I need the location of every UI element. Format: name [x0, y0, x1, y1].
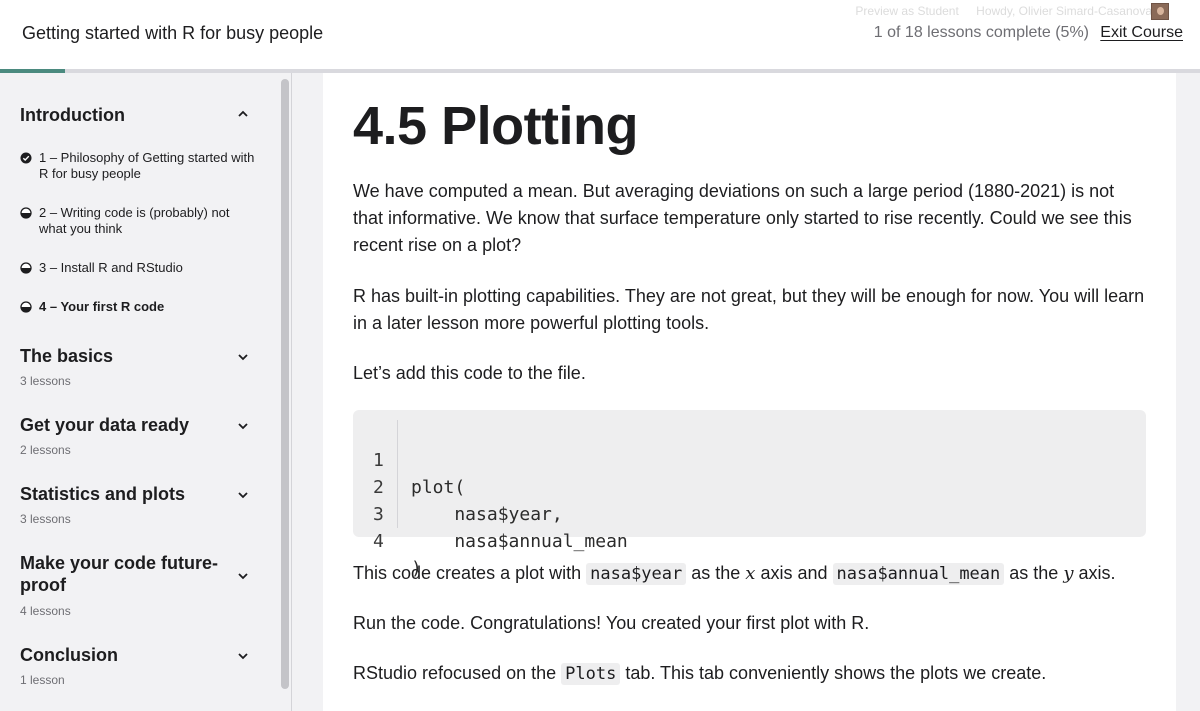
paragraph-plotting-capabilities: R has built-in plotting capabilities. Th… — [353, 286, 1145, 333]
top-bar: Getting started with R for busy people P… — [0, 0, 1200, 70]
code-block[interactable]: 1 plot( 2 nasa$year, 3 nasa$annual_mean … — [353, 410, 1146, 579]
text-segment: as the — [1004, 563, 1064, 583]
section-title-get-your-data-ready[interactable]: Get your data ready — [20, 414, 220, 436]
text-segment: axis. — [1073, 563, 1116, 583]
section-lesson-count: 1 lesson — [20, 673, 65, 687]
inline-code-plots: Plots — [561, 663, 621, 685]
text-segment: axis and — [755, 563, 833, 583]
code-line: 1 plot( — [353, 420, 1146, 498]
paragraph-intro: We have computed a mean. But averaging d… — [353, 181, 1132, 255]
sidebar-scrollbar[interactable] — [281, 79, 289, 689]
code-text: nasa$annual_mean — [411, 531, 628, 552]
lesson-label: 3 – Install R and RStudio — [39, 260, 183, 275]
admin-bar: Preview as Student Howdy, Olivier Simard… — [841, 4, 1152, 18]
exit-course-link[interactable]: Exit Course — [1100, 24, 1183, 42]
course-progress-text: 1 of 18 lessons complete (5%) — [873, 24, 1089, 41]
inline-code-nasa-annual-mean: nasa$annual_mean — [832, 563, 1005, 585]
section-title-statistics-and-plots[interactable]: Statistics and plots — [20, 483, 220, 505]
chevron-down-icon[interactable] — [236, 421, 250, 431]
course-outline-sidebar: Introduction 1 – Philosophy of Getting s… — [0, 73, 292, 711]
lesson-label: 1 – Philosophy of Getting started with R… — [39, 150, 255, 181]
text-segment: as the — [686, 563, 746, 583]
preview-as-student-link[interactable]: Preview as Student — [855, 4, 958, 18]
half-circle-icon — [20, 262, 32, 274]
half-circle-icon — [20, 301, 32, 313]
code-line: 3 nasa$annual_mean — [353, 474, 1146, 552]
text-segment: RStudio refocused on the — [353, 663, 562, 683]
text-segment: This code creates a plot with — [353, 563, 587, 583]
section-lesson-count: 4 lessons — [20, 604, 71, 618]
math-x: x — [745, 563, 756, 584]
chevron-up-icon[interactable] — [236, 109, 250, 119]
section-lesson-count: 3 lessons — [20, 374, 71, 388]
code-line: 4 ) — [353, 501, 1146, 579]
howdy-user-text[interactable]: Howdy, Olivier Simard-Casanova — [976, 4, 1152, 18]
chevron-down-icon[interactable] — [236, 651, 250, 661]
section-title-introduction[interactable]: Introduction — [20, 104, 220, 126]
paragraph-run-code: Run the code. Congratulations! You creat… — [353, 613, 870, 633]
lesson-label: 4 – Your first R code — [39, 299, 165, 314]
course-title: Getting started with R for busy people — [22, 23, 324, 43]
chevron-down-icon[interactable] — [236, 352, 250, 362]
paragraph-plots-tab: RStudio refocused on the Plots tab. This… — [353, 660, 1148, 688]
page-title: 4.5 Plotting — [353, 96, 639, 156]
half-circle-icon — [20, 207, 32, 219]
line-number: 4 — [373, 531, 384, 552]
paragraph-code-explanation: This code creates a plot with nasa$year … — [353, 560, 1148, 588]
code-line: 2 nasa$year, — [353, 447, 1146, 525]
section-title-the-basics[interactable]: The basics — [20, 345, 220, 367]
chevron-down-icon[interactable] — [236, 490, 250, 500]
lesson-label: 2 – Writing code is (probably) not what … — [39, 205, 230, 236]
check-circle-icon — [20, 152, 32, 164]
avatar[interactable] — [1151, 3, 1169, 20]
chevron-down-icon[interactable] — [236, 571, 250, 581]
math-y: y — [1063, 563, 1074, 584]
paragraph-add-code: Let’s add this code to the file. — [353, 363, 586, 383]
inline-code-nasa-year: nasa$year — [586, 563, 687, 585]
section-title-make-your-code-future-proof[interactable]: Make your code future-proof — [20, 552, 230, 596]
section-lesson-count: 3 lessons — [20, 512, 71, 526]
section-lesson-count: 2 lessons — [20, 443, 71, 457]
section-title-conclusion[interactable]: Conclusion — [20, 644, 220, 666]
text-segment: tab. This tab conveniently shows the plo… — [620, 663, 1047, 683]
